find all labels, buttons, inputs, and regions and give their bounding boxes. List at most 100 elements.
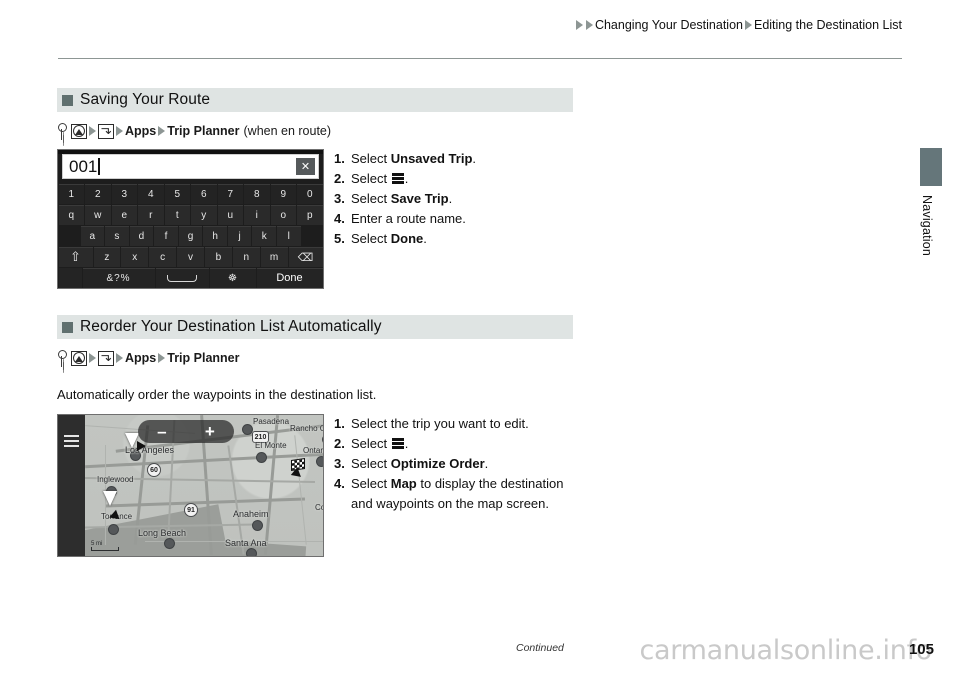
map-city-label: Anaheim: [233, 509, 269, 519]
key-s[interactable]: s: [105, 225, 129, 246]
key-w[interactable]: w: [85, 204, 111, 225]
step-number: 2.: [334, 171, 345, 186]
breadcrumb-item-1: Changing Your Destination: [594, 18, 743, 32]
zoom-out-button[interactable]: –: [157, 423, 166, 440]
key-g[interactable]: g: [178, 225, 203, 246]
navigation-map[interactable]: 210 60 91 15 Pasadena Los Angeles El Mon…: [58, 415, 323, 556]
key-t[interactable]: t: [164, 204, 190, 225]
section-tab-navigation: Navigation: [920, 148, 942, 256]
step-text-pre: Select: [351, 456, 391, 471]
hamburger-icon[interactable]: [64, 435, 79, 447]
route-name-input[interactable]: 001 ✕: [62, 154, 319, 179]
key-c[interactable]: c: [149, 246, 177, 267]
header-divider: [58, 58, 902, 59]
key-2[interactable]: 2: [85, 183, 111, 204]
space-key[interactable]: [155, 267, 209, 288]
key-8[interactable]: 8: [244, 183, 270, 204]
key-x[interactable]: x: [121, 246, 149, 267]
step-text-pre: Select: [351, 191, 391, 206]
key-j[interactable]: j: [227, 225, 252, 246]
key-h[interactable]: h: [203, 225, 227, 246]
page-content: Saving Your Route Apps Trip Planner (whe…: [57, 88, 577, 560]
map-city-label: Inglewood: [97, 475, 134, 484]
map-waypoint-marker[interactable]: [109, 525, 118, 534]
square-bullet-icon: [62, 321, 73, 333]
step-text-bold: Unsaved Trip: [390, 151, 473, 166]
step-text: Select the trip you want to edit.: [351, 416, 529, 431]
spacer: [58, 267, 82, 288]
step-text-pre: Select: [351, 436, 391, 451]
map-city-label: Corona: [315, 503, 323, 512]
list-item: 4. Select Map to display the destination…: [334, 474, 577, 514]
key-1[interactable]: 1: [58, 183, 84, 204]
home-button-icon: [71, 350, 87, 366]
steps-list-saving-your-route: 1. Select Unsaved Trip. 2. Select . 3. S…: [334, 149, 577, 249]
key-k[interactable]: k: [252, 225, 276, 246]
step-text-bold: Done: [390, 231, 424, 246]
keyboard-row-function: &?% ☸ Done: [58, 267, 323, 288]
back-button-icon: [98, 123, 114, 139]
step-number: 1.: [334, 151, 345, 166]
section-title: Reorder Your Destination List Automatica…: [80, 318, 382, 335]
step-text: Select Unsaved Trip.: [351, 149, 577, 169]
key-n[interactable]: n: [232, 246, 260, 267]
map-waypoint-marker[interactable]: [165, 539, 174, 548]
backspace-key[interactable]: ⌫: [288, 246, 323, 267]
key-a[interactable]: a: [80, 225, 105, 246]
key-6[interactable]: 6: [191, 183, 217, 204]
step-text: Select Map to display the destination an…: [351, 474, 577, 514]
shift-key[interactable]: ⇧: [58, 246, 93, 267]
list-item: 1. Select the trip you want to edit.: [334, 414, 577, 434]
key-v[interactable]: v: [177, 246, 204, 267]
zoom-in-button[interactable]: +: [205, 423, 215, 440]
route-name-value: 001: [69, 156, 98, 176]
key-i[interactable]: i: [244, 204, 270, 225]
figure-block-map: 210 60 91 15 Pasadena Los Angeles El Mon…: [57, 414, 577, 560]
key-f[interactable]: f: [154, 225, 178, 246]
map-waypoint-marker[interactable]: [243, 425, 252, 434]
step-text-pre: Select: [351, 151, 391, 166]
key-u[interactable]: u: [217, 204, 243, 225]
page-header: Changing Your Destination Editing the De…: [0, 18, 960, 59]
key-l[interactable]: l: [277, 225, 301, 246]
key-b[interactable]: b: [204, 246, 232, 267]
key-z[interactable]: z: [93, 246, 121, 267]
map-current-position-pin[interactable]: [103, 491, 117, 506]
section-tab-label: Navigation: [920, 195, 934, 257]
key-y[interactable]: y: [191, 204, 217, 225]
key-q[interactable]: q: [58, 204, 84, 225]
map-waypoint-marker[interactable]: [317, 457, 323, 466]
key-3[interactable]: 3: [111, 183, 137, 204]
symbols-key[interactable]: &?%: [82, 267, 155, 288]
map-waypoint-marker[interactable]: [247, 549, 256, 556]
keyboard-rows: 1 2 3 4 5 6 7 8 9 0 q w e r t y u i o p …: [58, 182, 323, 288]
map-waypoint-marker[interactable]: [253, 521, 262, 530]
step-text-post: .: [404, 171, 409, 186]
keyboard-row-bottom: ⇧ z x c v b n m ⌫: [58, 246, 323, 267]
key-7[interactable]: 7: [217, 183, 243, 204]
menu-path-note: (when en route): [243, 124, 332, 138]
section-header-reorder-destination-list: Reorder Your Destination List Automatica…: [57, 315, 573, 339]
key-r[interactable]: r: [138, 204, 164, 225]
clear-input-button[interactable]: ✕: [296, 158, 315, 175]
key-5[interactable]: 5: [164, 183, 190, 204]
section-intro-text: Automatically order the waypoints in the…: [57, 387, 377, 402]
key-e[interactable]: e: [111, 204, 137, 225]
step-text-post: .: [448, 191, 453, 206]
key-4[interactable]: 4: [138, 183, 164, 204]
map-city-label: Long Beach: [138, 528, 187, 538]
voice-input-key[interactable]: ☸: [209, 267, 256, 288]
breadcrumb-item-2: Editing the Destination List: [753, 18, 902, 32]
key-d[interactable]: d: [129, 225, 154, 246]
key-0[interactable]: 0: [297, 183, 323, 204]
list-item: 5. Select Done.: [334, 229, 577, 249]
map-waypoint-marker[interactable]: [257, 453, 266, 462]
done-key[interactable]: Done: [256, 267, 323, 288]
key-9[interactable]: 9: [270, 183, 296, 204]
chevron-right-icon: [744, 20, 752, 30]
map-city-label: Santa Ana: [225, 538, 267, 548]
key-m[interactable]: m: [260, 246, 288, 267]
key-o[interactable]: o: [270, 204, 296, 225]
step-text: Enter a route name.: [351, 211, 466, 226]
key-p[interactable]: p: [297, 204, 323, 225]
